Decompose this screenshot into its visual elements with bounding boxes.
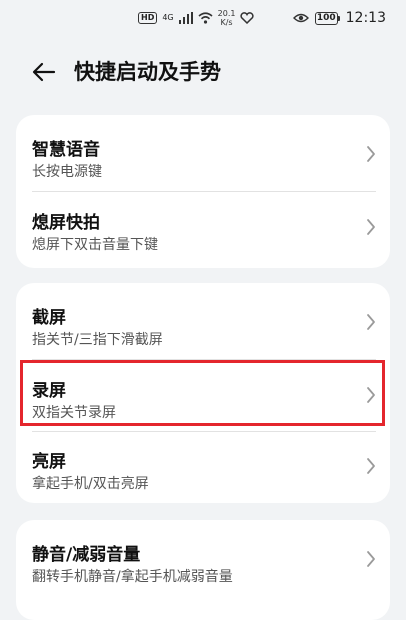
speed-value: 20.1 bbox=[217, 9, 236, 18]
item-subtitle: 指关节/三指下滑截屏 bbox=[32, 332, 163, 348]
item-subtitle: 熄屏下双击音量下键 bbox=[32, 237, 158, 253]
list-item-screenshot[interactable]: 截屏 指关节/三指下滑截屏 bbox=[16, 287, 390, 359]
network-speed: 20.1 K/s bbox=[218, 9, 236, 27]
item-subtitle: 翻转手机静音/拿起手机减弱音量 bbox=[32, 569, 233, 585]
signal-icon bbox=[178, 12, 193, 24]
title-bar: 快捷启动及手势 bbox=[0, 52, 406, 92]
settings-group-3: 静音/减弱音量 翻转手机静音/拿起手机减弱音量 bbox=[16, 520, 390, 620]
item-subtitle: 拿起手机/双击亮屏 bbox=[32, 476, 149, 492]
highlight-box bbox=[20, 360, 385, 426]
chevron-right-icon bbox=[367, 314, 375, 330]
chevron-right-icon bbox=[367, 219, 375, 235]
battery-tip bbox=[337, 15, 340, 21]
item-title: 静音/减弱音量 bbox=[32, 545, 141, 565]
heart-icon bbox=[240, 12, 255, 24]
item-title: 亮屏 bbox=[32, 452, 66, 472]
item-title: 智慧语音 bbox=[32, 140, 100, 160]
item-title: 熄屏快拍 bbox=[32, 213, 100, 233]
status-left: HD 4G 20.1 K/s bbox=[138, 9, 255, 27]
settings-group-1: 智慧语音 长按电源键 熄屏快拍 熄屏下双击音量下键 bbox=[16, 115, 390, 268]
chevron-right-icon bbox=[367, 458, 375, 474]
wifi-icon bbox=[198, 12, 213, 24]
list-item-screen-off-snap[interactable]: 熄屏快拍 熄屏下双击音量下键 bbox=[16, 192, 390, 264]
item-title: 截屏 bbox=[32, 308, 66, 328]
eye-icon bbox=[292, 13, 309, 23]
list-item-wake-screen[interactable]: 亮屏 拿起手机/双击亮屏 bbox=[16, 431, 390, 503]
network-type: 4G bbox=[162, 13, 174, 22]
hd-icon: HD bbox=[138, 12, 158, 24]
status-right: 100 12:13 bbox=[292, 10, 386, 26]
battery-icon: 100 bbox=[314, 11, 340, 25]
list-item-mute-gesture[interactable]: 静音/减弱音量 翻转手机静音/拿起手机减弱音量 bbox=[16, 524, 390, 596]
battery-level: 100 bbox=[314, 11, 338, 25]
chevron-right-icon bbox=[367, 146, 375, 162]
speed-unit: K/s bbox=[220, 18, 233, 27]
arrow-left-icon[interactable] bbox=[30, 58, 58, 86]
page-title: 快捷启动及手势 bbox=[74, 60, 221, 84]
chevron-right-icon bbox=[367, 551, 375, 567]
status-time: 12:13 bbox=[345, 10, 386, 26]
item-subtitle: 长按电源键 bbox=[32, 164, 102, 180]
list-item-smart-voice[interactable]: 智慧语音 长按电源键 bbox=[16, 119, 390, 191]
status-bar: HD 4G 20.1 K/s 100 12:13 bbox=[0, 0, 406, 40]
